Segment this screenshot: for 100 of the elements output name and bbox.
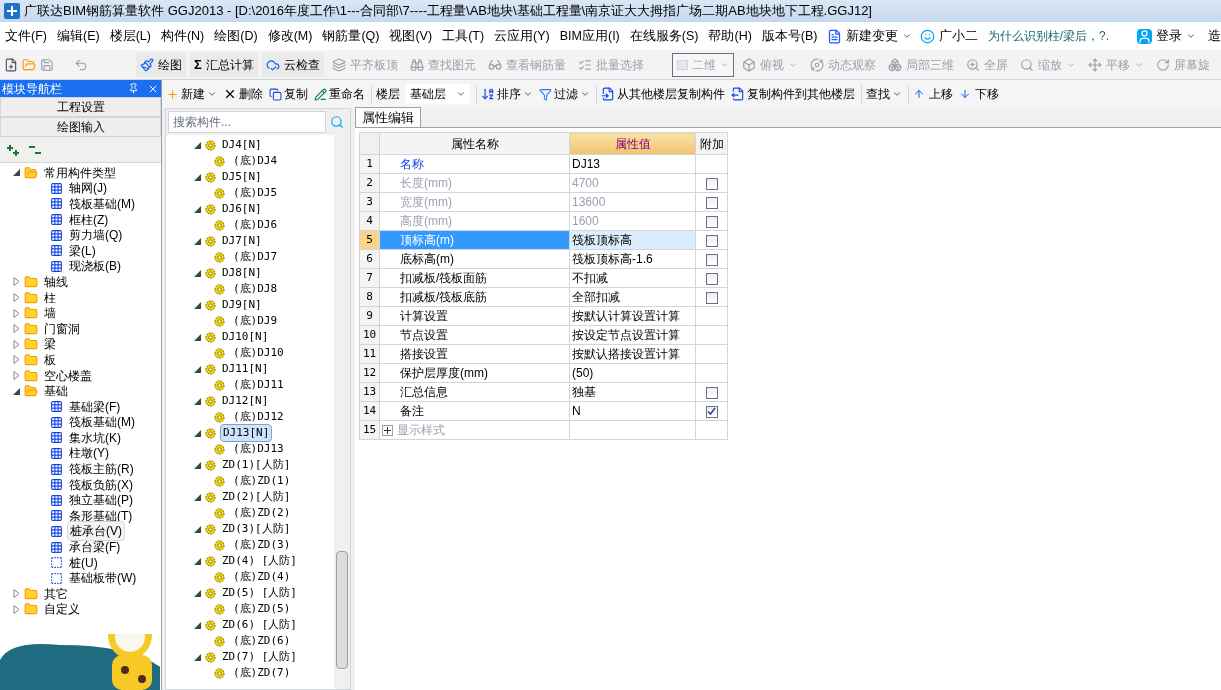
property-name[interactable]: 扣减板/筏板底筋 (379, 287, 570, 307)
expanded-arrow-icon[interactable] (194, 333, 201, 341)
search-field[interactable]: 搜索构件... (168, 111, 326, 133)
expand-all-icon[interactable] (6, 143, 20, 156)
expanded-arrow-icon[interactable] (194, 237, 201, 245)
tree-item[interactable]: ZD(6) [人防] (220, 616, 299, 634)
delete-button[interactable]: 删除 (223, 85, 263, 103)
tree-item[interactable]: 基础梁(F) (67, 397, 123, 416)
property-value[interactable]: DJ13 (569, 154, 696, 174)
nav-button[interactable]: 绘图输入 (0, 117, 161, 137)
property-value[interactable]: N (569, 401, 696, 421)
tree-item[interactable]: DJ4[N] (220, 136, 264, 154)
tree-item[interactable]: 现浇板(B) (67, 257, 123, 276)
tree-item[interactable]: (底)DJ8 (233, 280, 278, 298)
move-down-button[interactable]: 下移 (959, 85, 999, 103)
tree-item[interactable]: (底)ZD(4) (233, 568, 291, 586)
new-file-icon[interactable] (4, 57, 18, 72)
expanded-arrow-icon[interactable] (194, 557, 201, 565)
expanded-arrow-icon[interactable] (194, 269, 201, 277)
property-name[interactable]: 计算设置 (379, 306, 570, 326)
tree-item[interactable]: (底)ZD(3) (233, 536, 291, 554)
expanded-arrow-icon[interactable] (194, 173, 201, 181)
checkbox[interactable] (705, 405, 718, 418)
tree-item[interactable]: (底)DJ4 (233, 152, 278, 170)
property-name[interactable]: 名称 (379, 154, 570, 174)
tree-item[interactable]: 其它 (42, 584, 70, 603)
property-name[interactable]: 保护层厚度(mm) (379, 363, 570, 383)
tree-item[interactable]: ZD(4) [人防] (220, 552, 299, 570)
tree-item[interactable]: (底)ZD(7) (233, 664, 291, 682)
tree-item[interactable]: ZD(2)[人防] (220, 488, 293, 506)
rename-button[interactable]: 重命名 (314, 85, 365, 103)
checkbox[interactable] (705, 291, 718, 304)
pin-icon[interactable] (128, 83, 139, 94)
tree-item[interactable]: DJ12[N] (220, 392, 271, 410)
tree-item[interactable]: (底)DJ9 (233, 312, 278, 330)
tree-item[interactable]: 独立基础(P) (67, 491, 135, 510)
property-name[interactable]: 备注 (379, 401, 570, 421)
move-up-button[interactable]: 上移 (908, 85, 953, 103)
toolbar-button[interactable]: 云检查 (261, 52, 324, 77)
checkbox[interactable] (705, 272, 718, 285)
filter-button[interactable]: 过滤 (539, 85, 590, 103)
menu-item[interactable]: 工具(T) (437, 26, 490, 46)
properties-tab[interactable]: 属性编辑 (355, 107, 421, 127)
menu-item[interactable]: 视图(V) (384, 26, 438, 46)
tree-item[interactable]: 筏板基础(M) (67, 195, 137, 213)
menu-item[interactable]: 构件(N) (155, 26, 210, 46)
property-value[interactable]: 按设定节点设置计算 (569, 325, 696, 345)
menu-item[interactable]: 绘图(D) (209, 26, 263, 46)
property-value[interactable]: 按默认搭接设置计算 (569, 344, 696, 364)
property-value[interactable]: 全部扣减 (569, 287, 696, 307)
tree-item[interactable]: (底)DJ5 (233, 184, 278, 202)
checkbox[interactable] (705, 253, 718, 266)
expanded-arrow-icon[interactable] (12, 387, 20, 395)
collapse-all-icon[interactable] (28, 143, 42, 156)
tree-item[interactable]: 轴网(J) (67, 179, 109, 198)
copy-to-floor-button[interactable]: 复制构件到其他楼层 (731, 85, 855, 103)
tree-item[interactable]: DJ11[N] (220, 360, 271, 378)
login-button[interactable]: 登录 (1133, 26, 1200, 46)
menu-item[interactable]: 造 (1200, 26, 1221, 46)
menu-item[interactable]: 版本号(B) (756, 26, 823, 46)
property-value[interactable]: (50) (569, 363, 696, 383)
tree-item[interactable]: 柱 (42, 288, 58, 307)
property-value[interactable]: 筏板顶标高-1.6 (569, 249, 696, 269)
tree-item[interactable]: 轴线 (42, 272, 70, 291)
property-name[interactable]: 汇总信息 (379, 382, 570, 402)
checkbox[interactable] (705, 177, 718, 190)
expanded-arrow-icon[interactable] (194, 429, 201, 437)
expanded-arrow-icon[interactable] (194, 621, 201, 629)
tree-item[interactable]: DJ10[N] (220, 328, 271, 346)
tree-item[interactable]: DJ5[N] (220, 168, 264, 186)
expanded-arrow-icon[interactable] (194, 461, 201, 469)
tree-item[interactable]: (底)DJ10 (233, 344, 284, 362)
sort-button[interactable]: 排序 (476, 85, 533, 103)
expanded-arrow-icon[interactable] (194, 589, 201, 597)
menu-item[interactable]: BIM应用(I) (554, 26, 625, 46)
expanded-arrow-icon[interactable] (194, 365, 201, 373)
floor-select[interactable]: 基础层 (406, 84, 470, 104)
property-value[interactable]: 按默认计算设置计算 (569, 306, 696, 326)
tree-item[interactable]: (底)DJ7 (233, 248, 278, 266)
tree-item[interactable]: (底)ZD(5) (233, 600, 291, 618)
expanded-arrow-icon[interactable] (194, 397, 201, 405)
menu-item[interactable]: 文件(F) (0, 26, 52, 46)
tree-item[interactable]: DJ9[N] (220, 296, 264, 314)
expanded-arrow-icon[interactable] (194, 493, 201, 501)
scrollbar[interactable] (334, 135, 350, 689)
expanded-arrow-icon[interactable] (194, 525, 201, 533)
toolbar-button[interactable]: Σ 汇总计算 (190, 52, 258, 77)
property-value[interactable]: 不扣减 (569, 268, 696, 288)
tree-item[interactable]: (底)DJ6 (233, 216, 278, 234)
expanded-arrow-icon[interactable] (194, 301, 201, 309)
expand-toggle[interactable] (382, 425, 393, 437)
tree-item[interactable]: (底)ZD(6) (233, 632, 291, 650)
toolbar-button[interactable]: 绘图 (136, 52, 186, 77)
tip-link[interactable]: 为什么识别柱/梁后，?. (987, 27, 1109, 45)
nav-button[interactable]: 工程设置 (0, 97, 161, 117)
expanded-arrow-icon[interactable] (194, 141, 201, 149)
checkbox[interactable] (705, 234, 718, 247)
menu-item[interactable]: 钢筋量(Q) (317, 26, 385, 46)
tree-item[interactable]: 空心楼盖 (42, 366, 94, 385)
tree-item[interactable]: DJ6[N] (220, 200, 264, 218)
